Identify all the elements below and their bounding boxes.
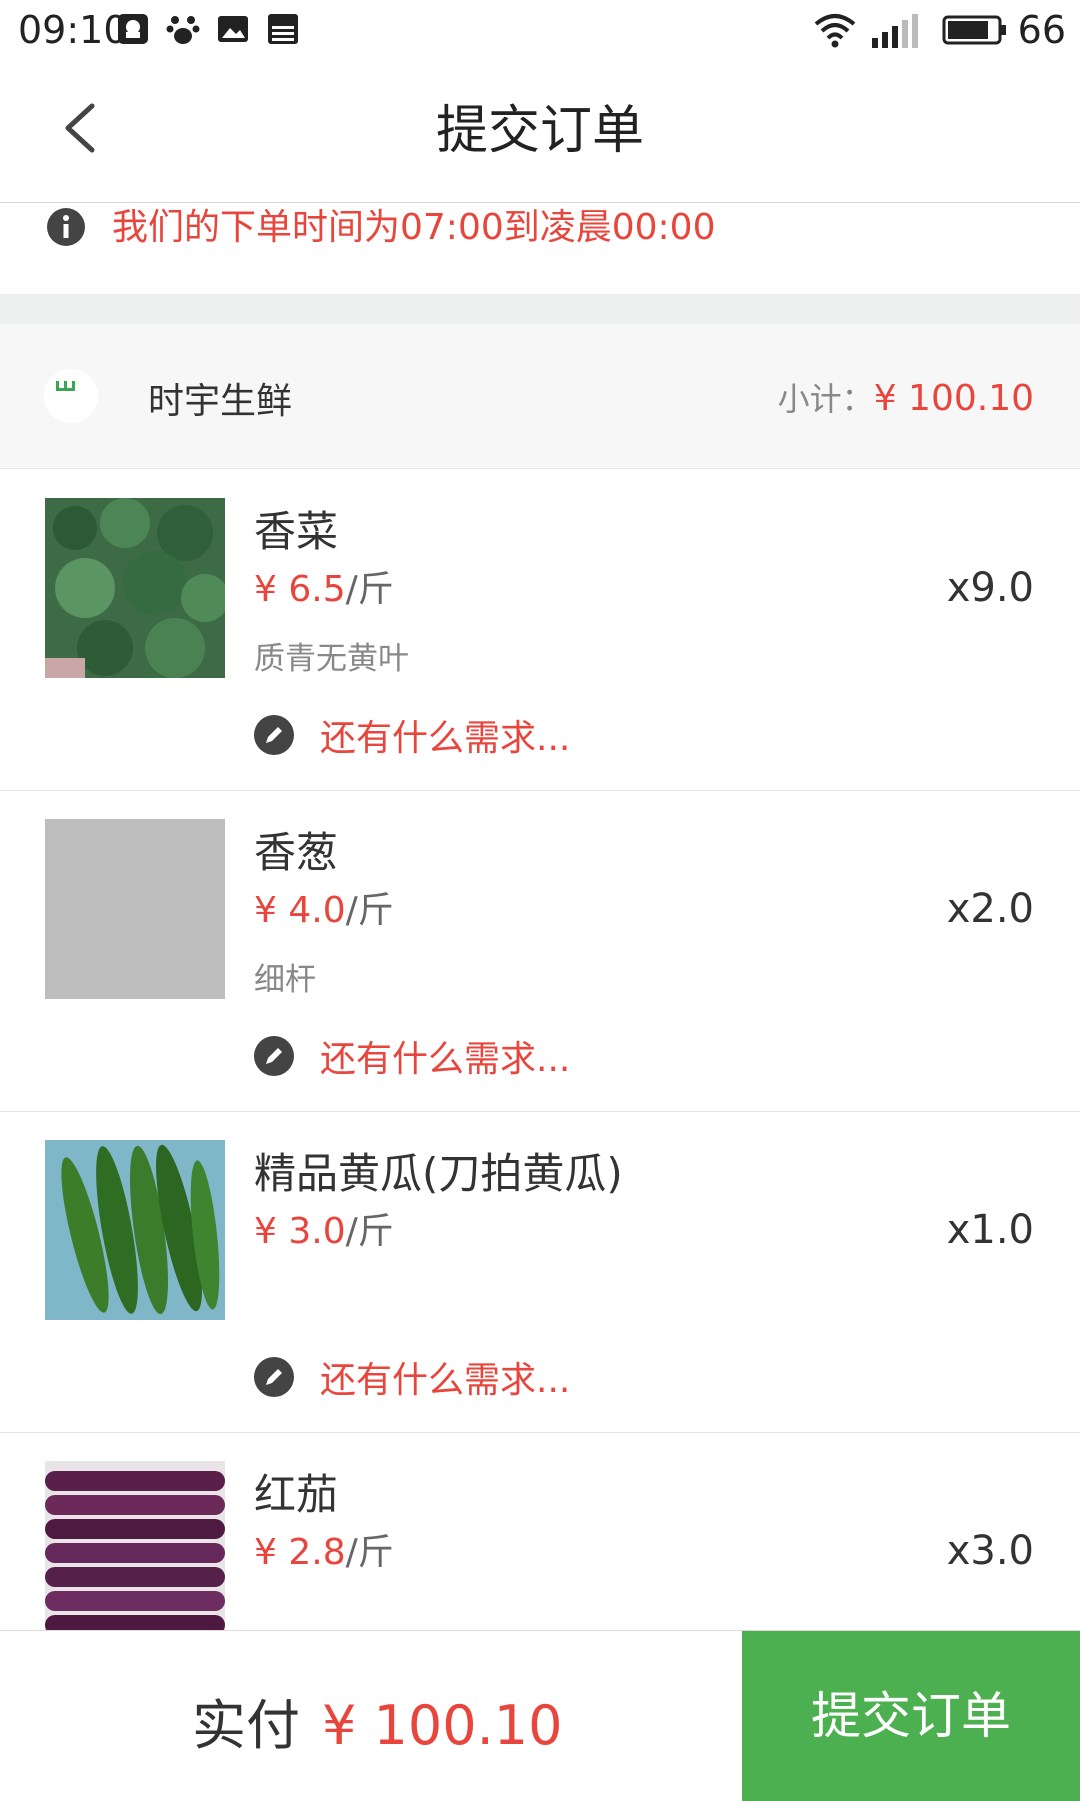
product-name: 红茄	[254, 1470, 339, 1519]
note-text: 还有什么需求...	[320, 718, 571, 759]
price-unit: /斤	[345, 569, 394, 610]
product-price: ¥ 3.0/斤	[254, 1202, 394, 1254]
price-value: ¥ 4.0	[254, 890, 346, 931]
submit-order-button[interactable]: 提交订单	[742, 1631, 1080, 1801]
section-divider	[0, 294, 1080, 324]
note-button[interactable]: 还有什么需求...	[254, 712, 571, 759]
product-name: 香菜	[254, 507, 339, 556]
price-value: ¥ 2.8	[254, 1532, 346, 1573]
signal-4g-icon	[871, 14, 918, 48]
page-title: 提交订单	[435, 101, 644, 161]
note-text: 还有什么需求...	[320, 1360, 571, 1401]
subtotal-value: ¥ 100.10	[873, 378, 1034, 419]
price-unit: /斤	[345, 890, 394, 931]
product-price: ¥ 6.5/斤	[254, 560, 394, 612]
price-unit: /斤	[345, 1532, 394, 1573]
list-item: 精品黄瓜(刀拍黄瓜) ¥ 3.0/斤 x1.0 还有什么需求...	[0, 1112, 1080, 1433]
note-text: 还有什么需求...	[320, 1039, 571, 1080]
product-price: ¥ 2.8/斤	[254, 1523, 394, 1575]
product-price: ¥ 4.0/斤	[254, 881, 394, 933]
product-qty: x2.0	[946, 886, 1034, 932]
qq-notification-icon	[118, 14, 148, 44]
pencil-icon	[254, 1036, 294, 1076]
product-desc: 细杆	[254, 962, 316, 998]
image-notification-icon	[218, 16, 248, 42]
pay-amount: 实付 ¥ 100.10	[192, 1681, 562, 1760]
news-icon	[268, 14, 298, 44]
wifi-icon	[814, 14, 855, 48]
product-image-placeholder	[45, 819, 225, 999]
shop-logo	[44, 369, 98, 423]
pay-label: 实付	[192, 1694, 300, 1757]
info-icon	[47, 208, 85, 246]
status-bar: 09:10 66	[0, 0, 1080, 60]
product-image-cucumber	[45, 1140, 225, 1320]
shop-subtotal: 小计：¥ 100.10	[778, 374, 1034, 420]
price-value: ¥ 3.0	[254, 1211, 346, 1252]
title-bar: 提交订单	[0, 60, 1080, 203]
checkout-bar: 实付 ¥ 100.10 提交订单	[0, 1630, 1080, 1801]
pencil-icon	[254, 1357, 294, 1397]
list-item: 香菜 ¥ 6.5/斤 质青无黄叶 x9.0 还有什么需求...	[0, 470, 1080, 791]
status-time: 09:10	[18, 8, 128, 52]
price-value: ¥ 6.5	[254, 569, 346, 610]
battery-icon	[942, 15, 1006, 45]
product-image-eggplant	[45, 1461, 225, 1641]
baidu-paw-icon	[166, 16, 200, 44]
status-right: 66	[812, 8, 1066, 52]
product-image-cilantro	[45, 498, 225, 678]
notice-text: 我们的下单时间为07:00到凌晨00:00	[112, 207, 716, 248]
product-desc: 质青无黄叶	[254, 641, 409, 677]
shop-name: 时宇生鲜	[148, 381, 293, 422]
product-name: 精品黄瓜(刀拍黄瓜)	[254, 1149, 623, 1198]
list-item: 香葱 ¥ 4.0/斤 细杆 x2.0 还有什么需求...	[0, 791, 1080, 1112]
pay-value: ¥ 100.10	[322, 1694, 563, 1757]
note-button[interactable]: 还有什么需求...	[254, 1033, 571, 1080]
battery-level: 66	[1017, 8, 1066, 52]
product-qty: x3.0	[946, 1528, 1034, 1574]
shop-header: 时宇生鲜 小计：¥ 100.10	[0, 324, 1080, 469]
product-qty: x1.0	[946, 1207, 1034, 1253]
price-unit: /斤	[345, 1211, 394, 1252]
subtotal-label: 小计：	[777, 380, 874, 418]
order-time-notice: 我们的下单时间为07:00到凌晨00:00	[0, 203, 1080, 294]
note-button[interactable]: 还有什么需求...	[254, 1354, 571, 1401]
product-qty: x9.0	[946, 565, 1034, 611]
pencil-icon	[254, 715, 294, 755]
product-name: 香葱	[254, 828, 339, 877]
